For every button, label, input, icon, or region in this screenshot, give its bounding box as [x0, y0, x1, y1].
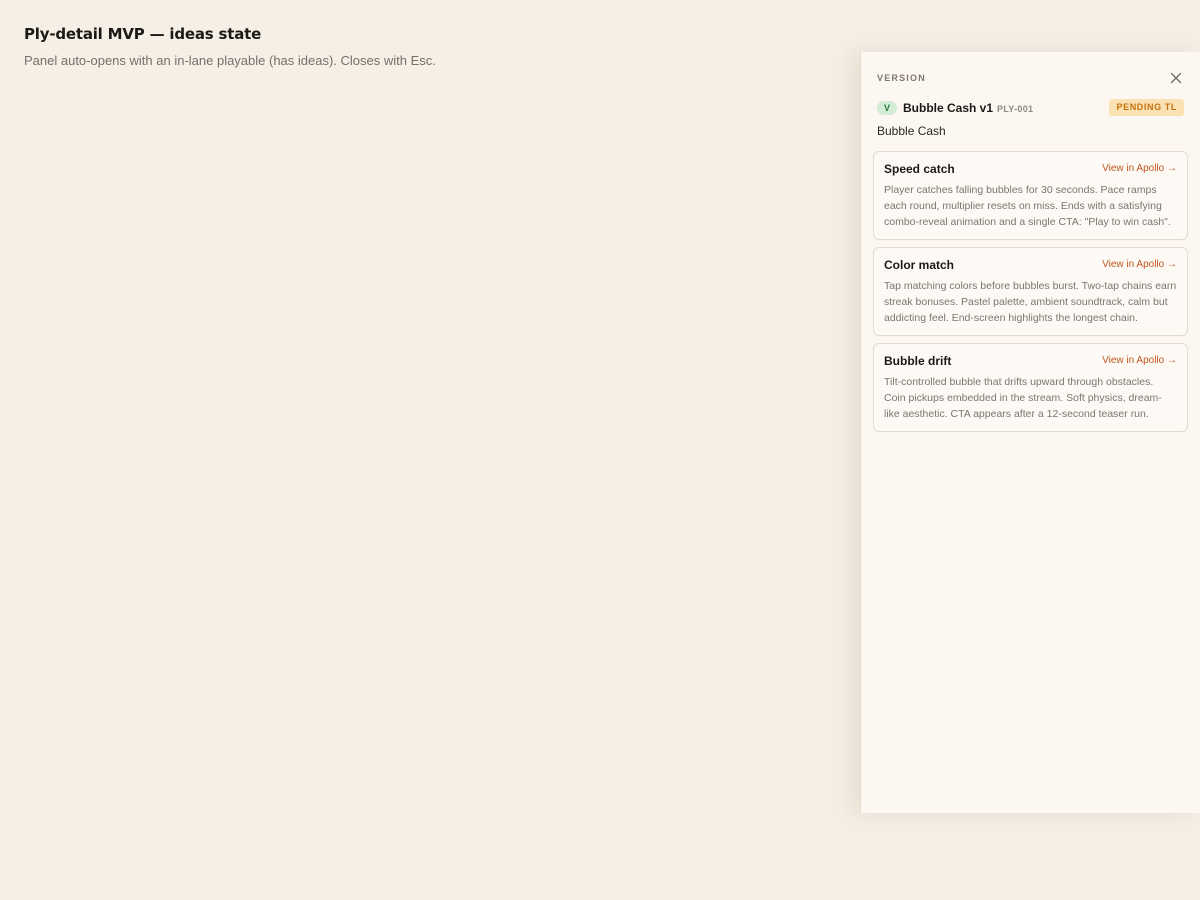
- panel-header: VERSION: [877, 70, 1184, 86]
- panel-eyebrow: VERSION: [877, 73, 926, 83]
- view-in-apollo-link[interactable]: View in Apollo →: [1102, 163, 1177, 174]
- version-name: Bubble Cash v1: [903, 101, 994, 115]
- version-detail-panel: VERSION V Bubble Cash v1 PLY-001 PENDING…: [860, 52, 1200, 813]
- version-badge: V: [877, 101, 897, 115]
- idea-description: Tap matching colors before bubbles burst…: [884, 280, 1177, 324]
- view-in-apollo-link[interactable]: View in Apollo →: [1102, 355, 1177, 366]
- page-header: Ply-detail MVP — ideas state Panel auto-…: [24, 24, 436, 70]
- idea-card-header: Color match View in Apollo →: [884, 256, 1177, 273]
- idea-description: Tilt-controlled bubble that drifts upwar…: [884, 376, 1162, 420]
- idea-title: Speed catch: [884, 161, 955, 176]
- view-in-apollo-link[interactable]: View in Apollo →: [1102, 259, 1177, 270]
- idea-description: Player catches falling bubbles for 30 se…: [884, 184, 1171, 228]
- status-badge: PENDING TL: [1109, 99, 1184, 116]
- ideas-list: Speed catch View in Apollo → Player catc…: [873, 151, 1188, 439]
- idea-card-header: Speed catch View in Apollo →: [884, 160, 1177, 177]
- idea-card: Speed catch View in Apollo → Player catc…: [873, 151, 1188, 240]
- version-subtitle: Bubble Cash: [877, 124, 946, 138]
- idea-card: Bubble drift View in Apollo → Tilt-contr…: [873, 343, 1188, 432]
- version-code: PLY-001: [997, 104, 1034, 114]
- idea-title: Color match: [884, 257, 955, 272]
- page-title: Ply-detail MVP — ideas state: [24, 25, 262, 43]
- idea-card-header: Bubble drift View in Apollo →: [884, 352, 1177, 369]
- idea-title: Bubble drift: [884, 353, 952, 368]
- close-icon[interactable]: [1168, 70, 1184, 86]
- version-row: V Bubble Cash v1 PLY-001 PENDING TL: [877, 98, 1184, 118]
- page-subtitle: Panel auto-opens with an in-lane playabl…: [24, 53, 436, 68]
- idea-card: Color match View in Apollo → Tap matchin…: [873, 247, 1188, 336]
